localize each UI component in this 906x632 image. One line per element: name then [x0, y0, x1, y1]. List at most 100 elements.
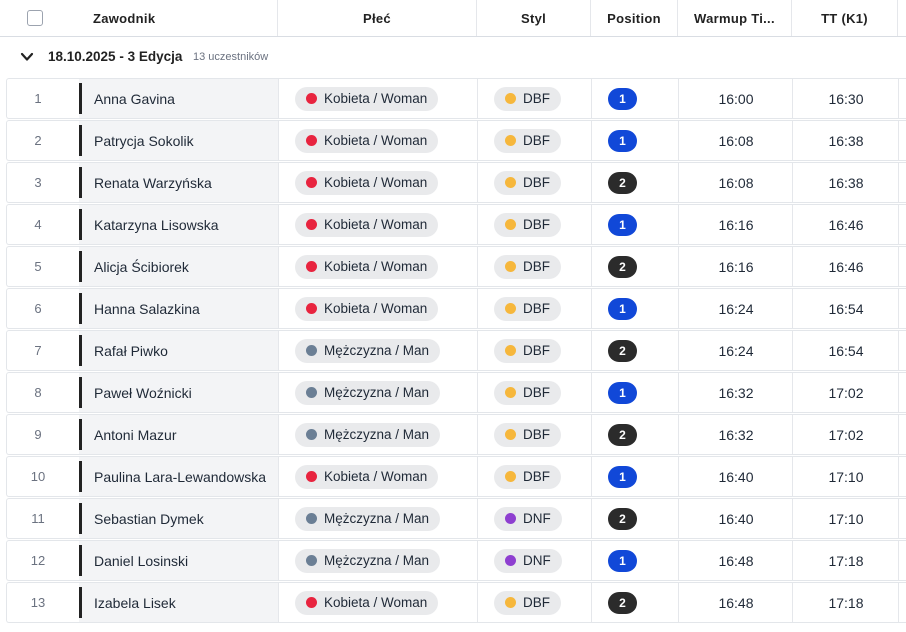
gender-dot-icon	[306, 513, 317, 524]
style-tag[interactable]: DBF	[494, 212, 561, 237]
participant-name-cell[interactable]: Izabela Lisek	[79, 583, 278, 622]
participant-name-cell[interactable]: Patrycja Sokolik	[79, 121, 278, 160]
gender-label: Mężczyzna / Man	[324, 553, 430, 568]
tt-time: 17:02	[792, 415, 899, 454]
gender-tag[interactable]: Mężczyzna / Man	[295, 338, 441, 363]
participant-name: Renata Warzyńska	[94, 175, 212, 191]
style-tag[interactable]: DNF	[494, 506, 562, 531]
style-tag[interactable]: DBF	[494, 170, 561, 195]
style-tag[interactable]: DBF	[494, 296, 561, 321]
table-row[interactable]: 3 Renata Warzyńska Kobieta / Woman DBF 2…	[6, 162, 906, 203]
table-row[interactable]: 13 Izabela Lisek Kobieta / Woman DBF 2 1…	[6, 582, 906, 623]
warmup-time: 16:00	[678, 79, 793, 118]
table-row[interactable]: 1 Anna Gavina Kobieta / Woman DBF 1 16:0…	[6, 78, 906, 119]
style-dot-icon	[505, 219, 516, 230]
column-header-position[interactable]: Position	[591, 0, 677, 36]
table-row[interactable]: 2 Patrycja Sokolik Kobieta / Woman DBF 1…	[6, 120, 906, 161]
overflow-column	[898, 457, 906, 496]
table-row[interactable]: 4 Katarzyna Lisowska Kobieta / Woman DBF…	[6, 204, 906, 245]
warmup-time: 16:16	[678, 247, 793, 286]
style-tag[interactable]: DBF	[494, 254, 561, 279]
position-badge: 2	[608, 339, 637, 362]
gender-tag[interactable]: Kobieta / Woman	[295, 170, 439, 195]
participant-name-cell[interactable]: Antoni Mazur	[79, 415, 278, 454]
style-label: DNF	[523, 553, 551, 568]
style-cell: DBF	[477, 457, 592, 496]
table-row[interactable]: 8 Paweł Woźnicki Mężczyzna / Man DBF 1 1…	[6, 372, 906, 413]
table-row[interactable]: 10 Paulina Lara-Lewandowska Kobieta / Wo…	[6, 456, 906, 497]
participant-name-cell[interactable]: Renata Warzyńska	[79, 163, 278, 202]
warmup-time: 16:32	[678, 373, 793, 412]
style-cell: DBF	[477, 247, 592, 286]
style-tag[interactable]: DBF	[494, 464, 561, 489]
style-tag[interactable]: DNF	[494, 548, 562, 573]
position-cell: 1	[591, 79, 679, 118]
row-number: 13	[30, 595, 46, 610]
gender-cell: Kobieta / Woman	[278, 163, 478, 202]
gender-cell: Kobieta / Woman	[278, 121, 478, 160]
column-header-zawodnik[interactable]: Zawodnik	[93, 0, 155, 36]
style-cell: DBF	[477, 289, 592, 328]
row-number: 2	[34, 133, 42, 148]
gender-tag[interactable]: Kobieta / Woman	[295, 212, 439, 237]
participant-name: Antoni Mazur	[94, 427, 177, 443]
participant-name-cell[interactable]: Hanna Salazkina	[79, 289, 278, 328]
select-all-checkbox[interactable]	[27, 10, 43, 26]
gender-tag[interactable]: Kobieta / Woman	[295, 128, 439, 153]
position-badge: 2	[608, 171, 637, 194]
style-tag[interactable]: DBF	[494, 128, 561, 153]
gender-tag[interactable]: Mężczyzna / Man	[295, 380, 441, 405]
gender-tag[interactable]: Mężczyzna / Man	[295, 548, 441, 573]
gender-label: Mężczyzna / Man	[324, 385, 430, 400]
gender-label: Mężczyzna / Man	[324, 343, 430, 358]
participant-name-cell[interactable]: Rafał Piwko	[79, 331, 278, 370]
participant-name-cell[interactable]: Alicja Ścibiorek	[79, 247, 278, 286]
table-row[interactable]: 9 Antoni Mazur Mężczyzna / Man DBF 2 16:…	[6, 414, 906, 455]
gender-tag[interactable]: Kobieta / Woman	[295, 254, 439, 279]
warmup-time: 16:24	[678, 289, 793, 328]
participant-name: Katarzyna Lisowska	[94, 217, 219, 233]
gender-dot-icon	[306, 303, 317, 314]
column-header-tt[interactable]: TT (K1)	[792, 0, 897, 36]
style-cell: DBF	[477, 415, 592, 454]
style-tag[interactable]: DBF	[494, 86, 561, 111]
style-tag[interactable]: DBF	[494, 422, 561, 447]
position-cell: 1	[591, 457, 679, 496]
table-row[interactable]: 11 Sebastian Dymek Mężczyzna / Man DNF 2…	[6, 498, 906, 539]
table-row[interactable]: 7 Rafał Piwko Mężczyzna / Man DBF 2 16:2…	[6, 330, 906, 371]
column-header-warmup[interactable]: Warmup Ti...	[694, 0, 786, 36]
gender-cell: Mężczyzna / Man	[278, 499, 478, 538]
warmup-time: 16:24	[678, 331, 793, 370]
table-row[interactable]: 5 Alicja Ścibiorek Kobieta / Woman DBF 2…	[6, 246, 906, 287]
column-header-styl[interactable]: Styl	[477, 0, 590, 36]
style-tag[interactable]: DBF	[494, 590, 561, 615]
style-dot-icon	[505, 513, 516, 524]
style-label: DBF	[523, 91, 550, 106]
style-tag[interactable]: DBF	[494, 380, 561, 405]
overflow-column	[898, 499, 906, 538]
gender-tag[interactable]: Kobieta / Woman	[295, 464, 439, 489]
gender-tag[interactable]: Mężczyzna / Man	[295, 422, 441, 447]
participant-name-cell[interactable]: Daniel Losinski	[79, 541, 278, 580]
table-row[interactable]: 6 Hanna Salazkina Kobieta / Woman DBF 1 …	[6, 288, 906, 329]
overflow-column	[898, 541, 906, 580]
participant-name-cell[interactable]: Paweł Woźnicki	[79, 373, 278, 412]
table-row[interactable]: 12 Daniel Losinski Mężczyzna / Man DNF 1…	[6, 540, 906, 581]
chevron-down-icon[interactable]	[19, 49, 35, 65]
gender-tag[interactable]: Kobieta / Woman	[295, 86, 439, 111]
participant-name-cell[interactable]: Paulina Lara-Lewandowska	[79, 457, 278, 496]
style-dot-icon	[505, 387, 516, 398]
participant-name-cell[interactable]: Anna Gavina	[79, 79, 278, 118]
table-header: Zawodnik Płeć Styl Position Warmup Ti...…	[0, 0, 906, 37]
tt-time: 16:30	[792, 79, 899, 118]
gender-dot-icon	[306, 429, 317, 440]
tt-time: 16:54	[792, 289, 899, 328]
gender-tag[interactable]: Kobieta / Woman	[295, 590, 439, 615]
participant-name-cell[interactable]: Sebastian Dymek	[79, 499, 278, 538]
style-tag[interactable]: DBF	[494, 338, 561, 363]
gender-tag[interactable]: Mężczyzna / Man	[295, 506, 441, 531]
participant-name-cell[interactable]: Katarzyna Lisowska	[79, 205, 278, 244]
gender-tag[interactable]: Kobieta / Woman	[295, 296, 439, 321]
column-header-plec[interactable]: Płeć	[278, 0, 476, 36]
overflow-column	[898, 163, 906, 202]
